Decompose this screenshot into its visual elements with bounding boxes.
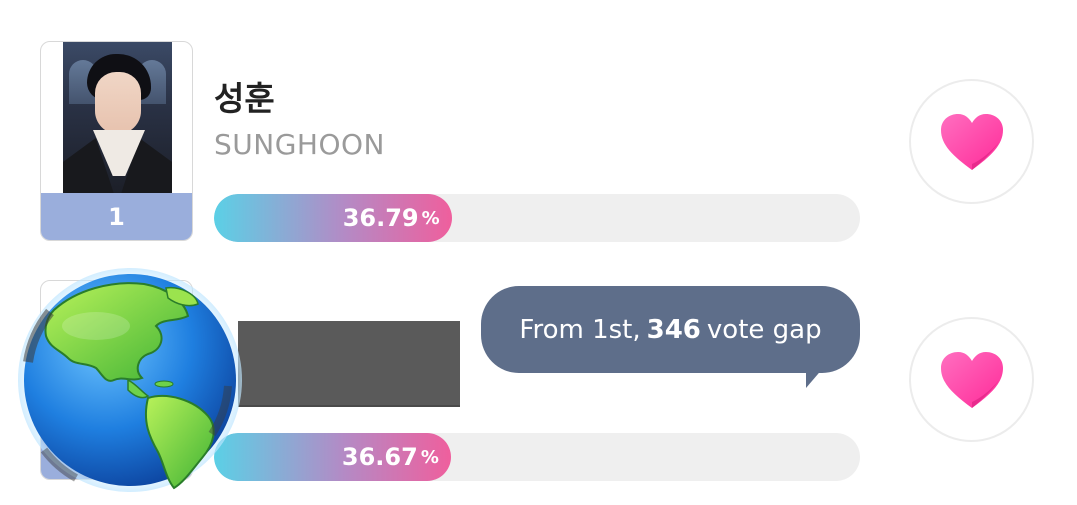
artist-photo-card[interactable]: 1 bbox=[40, 41, 193, 241]
vote-percent: 36.67 bbox=[341, 443, 418, 471]
redaction-block bbox=[238, 321, 460, 405]
globe-icon bbox=[18, 268, 242, 492]
vote-gap-tooltip: From 1st, 346 vote gap bbox=[481, 286, 860, 373]
tooltip-tail bbox=[806, 360, 830, 388]
rank-badge: 1 bbox=[41, 193, 192, 240]
tooltip-prefix: From 1st, bbox=[519, 314, 641, 345]
ranking-entry-1: 1 성훈 SUNGHOON 36.79 % bbox=[0, 0, 1077, 250]
percent-unit: % bbox=[420, 446, 439, 468]
vote-share-bar: 36.79 % bbox=[214, 194, 860, 242]
tooltip-suffix: vote gap bbox=[706, 314, 822, 345]
tooltip-gap-value: 346 bbox=[646, 314, 701, 345]
vote-share-fill: 36.79 % bbox=[214, 194, 452, 242]
artist-photo bbox=[63, 42, 172, 194]
heart-icon bbox=[940, 351, 1003, 408]
vote-share-label: 36.79 % bbox=[343, 194, 440, 242]
percent-unit: % bbox=[421, 207, 440, 229]
vote-share-bar: 36.67 % bbox=[214, 433, 860, 481]
vote-percent: 36.79 bbox=[342, 204, 419, 232]
vote-share-label: 36.67 % bbox=[342, 433, 439, 481]
rank-number: 1 bbox=[108, 202, 125, 231]
artist-name-english: SUNGHOON bbox=[214, 128, 385, 161]
vote-share-fill: 36.67 % bbox=[214, 433, 451, 481]
heart-icon bbox=[940, 113, 1003, 170]
vote-button[interactable] bbox=[909, 317, 1034, 442]
vote-button[interactable] bbox=[909, 79, 1034, 204]
artist-name-korean: 성훈 bbox=[214, 79, 275, 118]
